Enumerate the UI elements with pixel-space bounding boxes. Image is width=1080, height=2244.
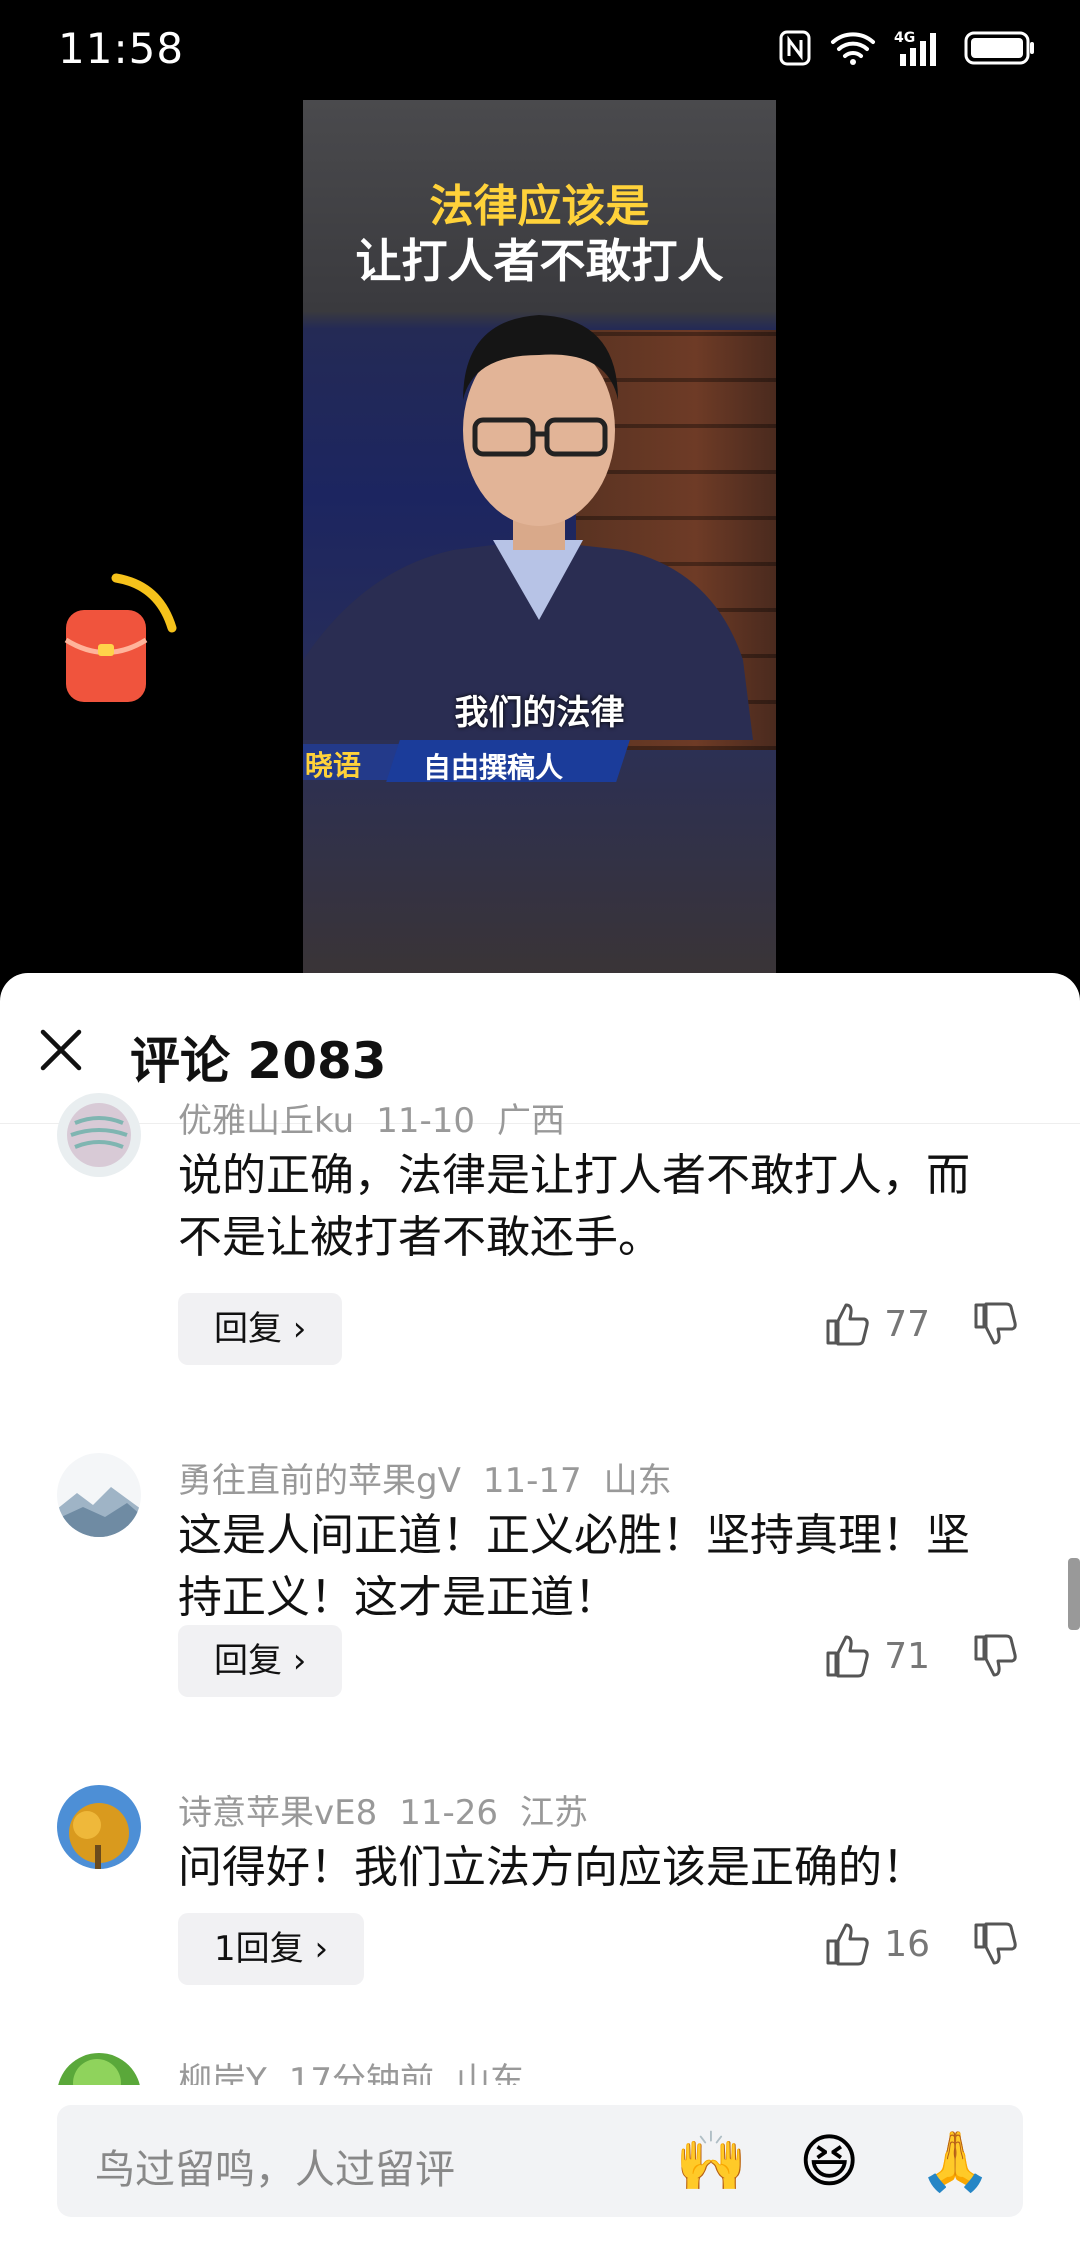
comment-meta: 柳岸Y 17分钟前 山东 (178, 2053, 546, 2085)
thumbs-up-icon (826, 1303, 869, 1346)
video-tag-role: 自由撰稿人 (423, 751, 564, 784)
comment-region: 山东 (456, 2061, 525, 2085)
user-avatar[interactable] (57, 1093, 141, 1177)
red-packet-icon[interactable] (64, 570, 184, 710)
comment-meta: 优雅山丘ku 11-10 广西 (178, 1093, 587, 1142)
wifi-icon (831, 32, 875, 65)
status-time: 11:58 (58, 24, 185, 73)
comment-text: 这是人间正道！正义必胜！坚持真理！坚持正义！这才是正道！ (178, 1510, 970, 1623)
status-bar: 11:58 4G (0, 0, 1080, 100)
comment-username[interactable]: 优雅山丘ku (178, 1101, 354, 1141)
video-speaker-image (303, 315, 753, 740)
comment-input[interactable]: 鸟过留鸣，人过留评 🙌 😆 🙏 (57, 2105, 1023, 2217)
thumbs-down-icon[interactable] (972, 1633, 1018, 1679)
like-count: 71 (884, 1635, 930, 1677)
comment-username[interactable]: 柳岸Y (178, 2061, 267, 2085)
reply-button[interactable]: 回复 › (178, 1293, 343, 1365)
like-button[interactable]: 77 (824, 1301, 930, 1347)
emoji-laugh-icon[interactable]: 😆 (799, 2127, 859, 2195)
thumbs-down-icon[interactable] (972, 1301, 1018, 1347)
comment-date: 11-10 (376, 1101, 475, 1141)
comment-text: 问得好！我们立法方向应该是正确的！ (178, 1842, 926, 1893)
like-button[interactable]: 71 (824, 1633, 930, 1679)
comment-meta: 勇往直前的苹果gV 11-17 山东 (178, 1453, 694, 1502)
comment-region: 江苏 (520, 1793, 589, 1833)
comment-count-title: 评论 2083 (130, 1032, 387, 1090)
video-player[interactable]: 法律应该是 让打人者不敢打人 我们的法律 晓语 自由撰稿人 (0, 100, 1080, 980)
video-subtitle: 我们的法律 (454, 693, 625, 733)
status-icons: 4G (778, 28, 1036, 68)
nfc-icon (779, 30, 811, 66)
thumbs-up-icon (826, 1923, 869, 1966)
thumbs-up-icon (826, 1635, 869, 1678)
scrollbar-thumb[interactable] (1068, 1558, 1080, 1630)
comment-date: 11-17 (482, 1461, 582, 1501)
like-count: 16 (884, 1923, 930, 1965)
comment-region: 广西 (497, 1101, 565, 1141)
reply-button[interactable]: 1回复 › (178, 1913, 365, 1985)
battery-icon (964, 31, 1034, 65)
user-avatar[interactable] (57, 1453, 141, 1537)
reply-button[interactable]: 回复 › (178, 1625, 343, 1697)
like-count: 77 (884, 1303, 930, 1345)
comment-username[interactable]: 勇往直前的苹果gV (178, 1461, 461, 1501)
comment-region: 山东 (603, 1461, 672, 1501)
thumbs-down-icon[interactable] (972, 1921, 1018, 1967)
svg-text:4G: 4G (894, 30, 915, 46)
comment-meta: 诗意苹果vE8 11-26 江苏 (178, 1785, 610, 1834)
comment-text: 说的正确，法律是让打人者不敢打人，而不是让被打者不敢还手。 (178, 1150, 970, 1263)
signal-4g-icon: 4G (894, 30, 936, 66)
close-icon[interactable] (34, 1023, 88, 1077)
comment-date: 11-26 (399, 1793, 499, 1833)
comment-username[interactable]: 诗意苹果vE8 (178, 1793, 377, 1833)
emoji-clap-icon[interactable]: 🙌 (675, 2127, 747, 2195)
like-button[interactable]: 16 (824, 1921, 930, 1967)
comment-input-placeholder: 鸟过留鸣，人过留评 (95, 2147, 455, 2193)
video-name-tag: 晓语 自由撰稿人 (303, 740, 633, 784)
comment-date: 17分钟前 (288, 2061, 435, 2085)
comment-sheet: 评论 2083 优雅山丘ku 11-10 广西 说的正确，法律是让打人者不敢打人，而… (0, 973, 1080, 2244)
user-avatar[interactable] (57, 2053, 141, 2085)
video-tag-name: 晓语 (305, 749, 362, 782)
video-frame[interactable]: 法律应该是 让打人者不敢打人 我们的法律 晓语 自由撰稿人 (303, 100, 776, 980)
comment-item: 柳岸Y 17分钟前 山东 (0, 2053, 1080, 2085)
user-avatar[interactable] (57, 1785, 141, 1869)
emoji-pray-icon[interactable]: 🙏 (919, 2127, 991, 2195)
